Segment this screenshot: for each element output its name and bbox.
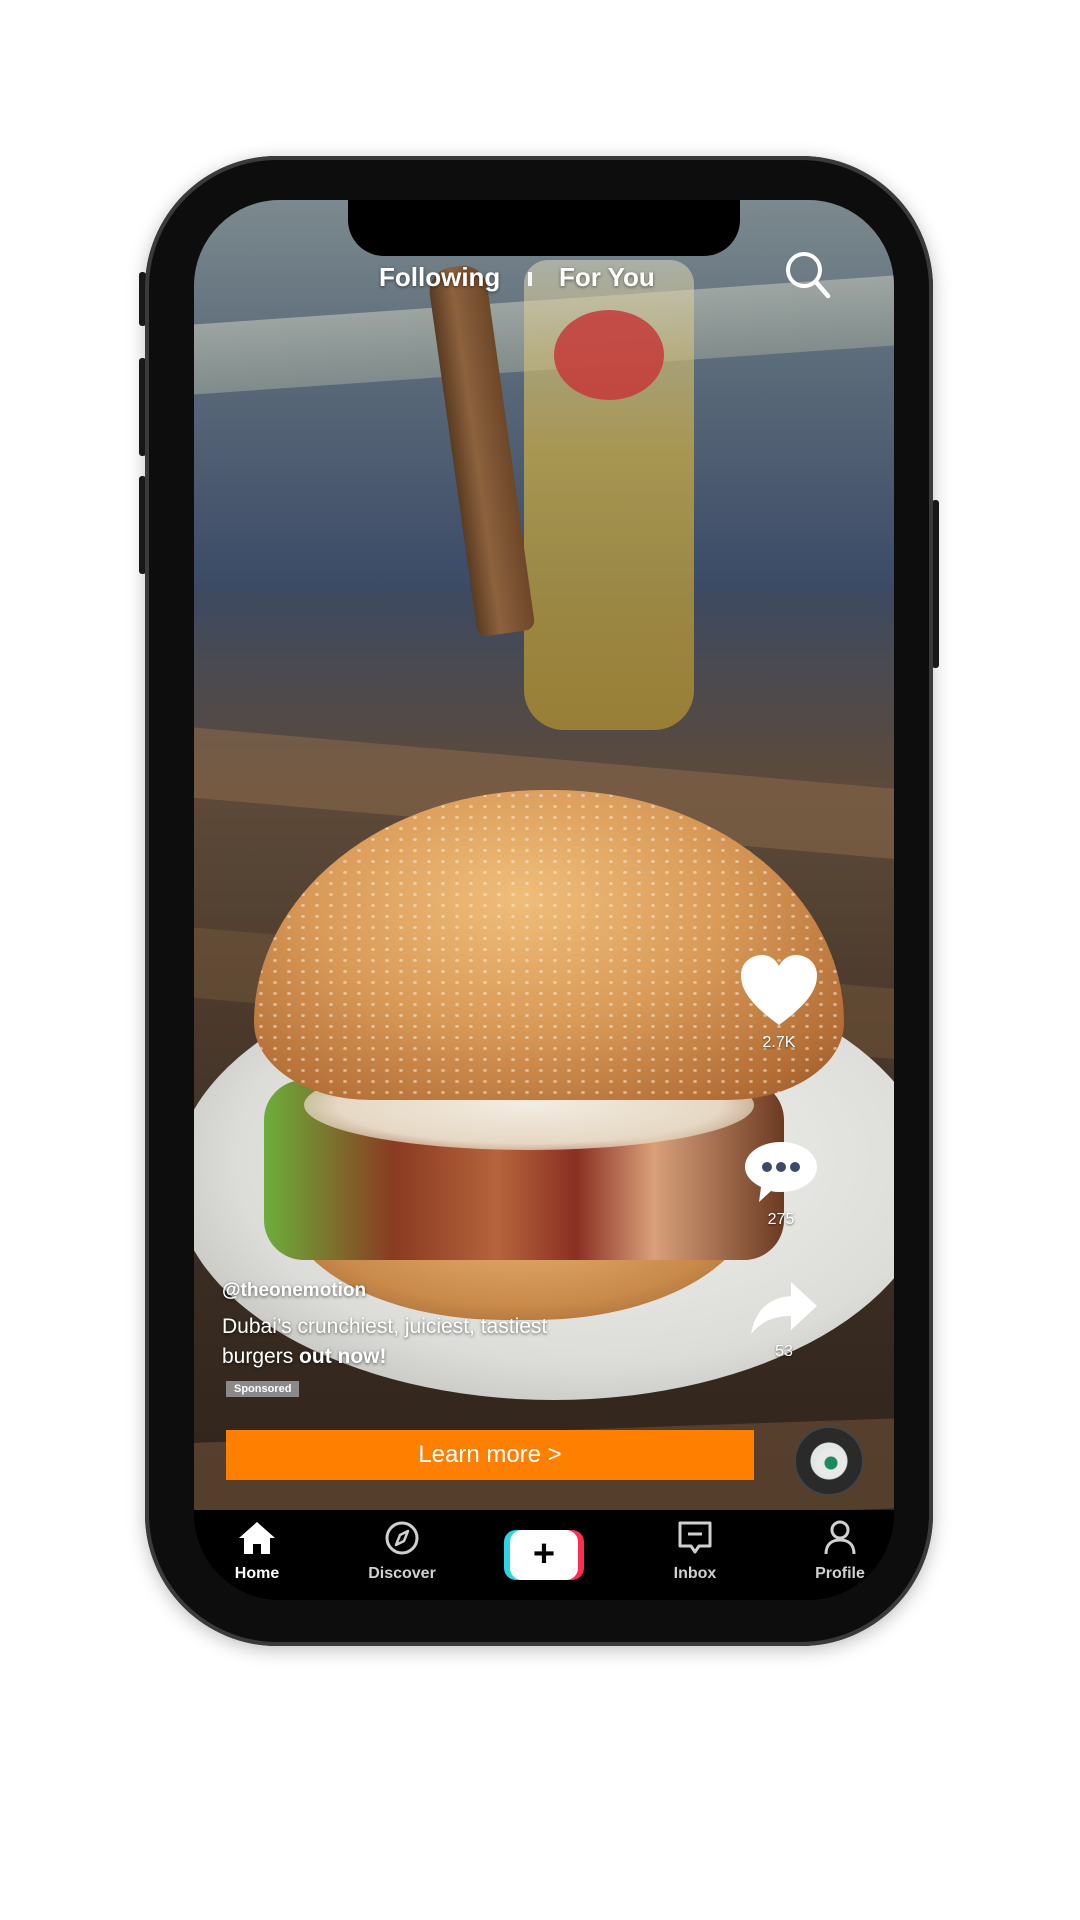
bottom-nav: Home Discover + Inbox Profile bbox=[194, 1510, 894, 1600]
inbox-icon bbox=[678, 1521, 712, 1554]
nav-discover[interactable]: Discover bbox=[347, 1520, 457, 1583]
description-line2: burgers bbox=[222, 1345, 300, 1368]
nav-profile-label: Profile bbox=[815, 1565, 865, 1582]
home-icon bbox=[239, 1522, 275, 1554]
learn-more-button[interactable]: Learn more > bbox=[226, 1430, 754, 1480]
nav-discover-label: Discover bbox=[368, 1565, 436, 1582]
nav-home[interactable]: Home bbox=[202, 1520, 312, 1583]
description-bold: out now! bbox=[299, 1345, 387, 1368]
compass-icon bbox=[385, 1521, 419, 1555]
app-screen: Following For You 2.7K 275 53 @theonemot… bbox=[194, 200, 894, 1600]
nav-inbox-label: Inbox bbox=[673, 1565, 717, 1582]
share-button[interactable]: 53 bbox=[739, 1280, 829, 1361]
tab-following[interactable]: Following bbox=[379, 262, 500, 293]
music-disc-icon bbox=[816, 1448, 846, 1478]
share-count: 53 bbox=[775, 1343, 793, 1360]
nav-home-label: Home bbox=[234, 1565, 280, 1582]
glass-logo bbox=[554, 310, 664, 400]
nav-profile[interactable]: Profile bbox=[785, 1520, 894, 1583]
share-icon bbox=[751, 1282, 817, 1334]
plus-icon: + bbox=[510, 1530, 578, 1580]
profile-icon bbox=[824, 1520, 856, 1555]
post-caption: @theonemotion Dubai’s crunchiest, juicie… bbox=[222, 1280, 652, 1372]
comment-icon bbox=[745, 1142, 817, 1202]
username[interactable]: @theonemotion bbox=[222, 1280, 652, 1302]
like-button[interactable]: 2.7K bbox=[734, 955, 824, 1052]
phone-notch bbox=[348, 200, 740, 256]
heart-icon bbox=[741, 955, 817, 1025]
comment-button[interactable]: 275 bbox=[736, 1140, 826, 1229]
tab-for-you[interactable]: For You bbox=[559, 262, 655, 293]
description: Dubai’s crunchiest, juiciest, tastiest b… bbox=[222, 1312, 652, 1372]
tab-separator bbox=[528, 272, 532, 286]
nav-inbox[interactable]: Inbox bbox=[640, 1520, 750, 1583]
create-button[interactable]: + bbox=[504, 1530, 584, 1580]
power-button bbox=[932, 500, 939, 668]
like-count: 2.7K bbox=[762, 1034, 796, 1051]
music-disc[interactable] bbox=[794, 1426, 864, 1496]
search-icon[interactable] bbox=[784, 250, 832, 302]
sponsored-badge: Sponsored bbox=[226, 1381, 300, 1397]
comment-count: 275 bbox=[767, 1211, 795, 1228]
description-line1: Dubai’s crunchiest, juiciest, tastiest bbox=[222, 1315, 548, 1338]
